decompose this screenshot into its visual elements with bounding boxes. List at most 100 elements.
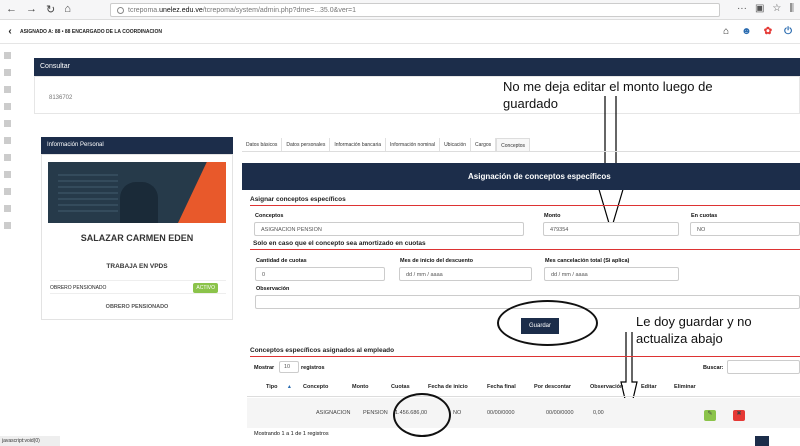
- tab-datos-basicos[interactable]: Datos básicos: [242, 138, 283, 151]
- status-bar: javascript:void(0): [0, 436, 60, 446]
- tabs-bar: Datos básicos Datos personales Informaci…: [242, 138, 800, 152]
- home-icon[interactable]: ⌂: [64, 3, 71, 16]
- reload-icon[interactable]: ↻: [46, 3, 55, 16]
- annotation-right: Le doy guardar y no actualiza abajo: [636, 314, 752, 346]
- back-arrow-icon[interactable]: ←: [6, 3, 17, 16]
- menu-back-icon[interactable]: ‹: [0, 26, 20, 37]
- nav-icon[interactable]: [4, 52, 11, 59]
- table-row: ASIGNACION PENSION 1.456.686,00 NO 00/00…: [247, 398, 800, 428]
- delete-icon[interactable]: ✖: [733, 410, 745, 421]
- bookmark-star-icon[interactable]: ☆: [772, 3, 781, 14]
- app-header: ‹ ASIGNADO A: 88 • 88 ENCARGADO DE LA CO…: [0, 20, 800, 44]
- profile-banner: [48, 162, 226, 223]
- observation-label: Observación: [256, 286, 290, 292]
- profile-status-row: OBRERO PENSIONADO ACTIVO: [50, 280, 226, 294]
- library-icon[interactable]: ⫼: [789, 3, 794, 14]
- more-icon[interactable]: ···: [737, 3, 747, 14]
- amount-input[interactable]: 479354: [543, 222, 679, 236]
- browser-nav: ← → ↻ ⌂: [0, 3, 71, 16]
- tab-cargos[interactable]: Cargos: [471, 138, 497, 151]
- records-label: registros: [301, 365, 325, 371]
- amount-label: Monto: [544, 213, 561, 219]
- start-date-input[interactable]: dd / mm / aaaa: [399, 267, 532, 281]
- url-bar[interactable]: tcrepoma. unelez.edu.ve/tcrepoma/system/a…: [110, 3, 720, 17]
- avatar-silhouette-icon: [120, 182, 158, 223]
- divider: [250, 205, 800, 206]
- nav-icon[interactable]: [4, 171, 11, 178]
- pocket-icon[interactable]: ▣: [755, 3, 764, 14]
- nav-icon[interactable]: [4, 69, 11, 76]
- sort-asc-icon[interactable]: ▴: [288, 384, 291, 390]
- profile-header: Información Personal: [41, 137, 233, 154]
- profile-workplace: TRABAJA EN VPDS: [106, 263, 168, 270]
- nav-icon[interactable]: [4, 86, 11, 93]
- page-size-select[interactable]: 10: [279, 361, 299, 373]
- profile-role: OBRERO PENSIONADO: [105, 304, 169, 310]
- forward-arrow-icon[interactable]: →: [26, 3, 37, 16]
- cell-fecha-final: 00/00/0000: [546, 410, 574, 416]
- qty-label: Cantidad de cuotas: [256, 258, 307, 264]
- profile-name: SALAZAR CARMEN EDEN: [80, 233, 194, 243]
- col-monto[interactable]: Monto: [352, 384, 369, 390]
- nav-icon[interactable]: [4, 120, 11, 127]
- col-concepto[interactable]: Concepto: [303, 384, 328, 390]
- col-observacion[interactable]: Observación: [590, 384, 623, 390]
- nav-icon[interactable]: [4, 103, 11, 110]
- annotation-circle-save: [497, 300, 598, 346]
- installments-label: En cuotas: [691, 213, 718, 219]
- section-title: Asignación de conceptos específicos: [242, 163, 800, 190]
- col-por-descontar[interactable]: Por descontar: [534, 384, 571, 390]
- search-input[interactable]: [727, 360, 800, 374]
- concept-select[interactable]: ASIGNACION PENSION: [254, 222, 524, 236]
- col-fecha-final[interactable]: Fecha final: [487, 384, 516, 390]
- url-domain: unelez.edu.ve: [159, 6, 203, 14]
- cell-cuotas: NO: [453, 410, 462, 416]
- col-tipo[interactable]: Tipo: [266, 384, 278, 390]
- end-date-label: Mes cancelación total (Si aplica): [545, 258, 630, 264]
- tab-informacion-nominal[interactable]: Información nominal: [386, 138, 441, 151]
- app-title: ASIGNADO A: 88 • 88 ENCARGADO DE LA COOR…: [20, 28, 162, 35]
- settings-icon[interactable]: ✿: [764, 26, 772, 37]
- side-nav: [0, 44, 15, 446]
- show-label: Mostrar: [254, 365, 275, 371]
- browser-actions: ··· ▣ ☆ ⫼: [737, 3, 794, 14]
- browser-toolbar: ← → ↻ ⌂ tcrepoma. unelez.edu.ve/tcrepoma/…: [0, 0, 800, 20]
- banner-pattern: [58, 172, 118, 212]
- nav-icon[interactable]: [4, 154, 11, 161]
- banner-accent: [178, 162, 226, 223]
- cell-concepto: PENSION: [363, 410, 388, 416]
- consultar-header: Consultar: [34, 58, 800, 76]
- tab-conceptos[interactable]: Conceptos: [496, 138, 531, 151]
- col-eliminar[interactable]: Eliminar: [674, 384, 696, 390]
- table-header: Tipo ▴ Concepto Monto Cuotas Fecha de in…: [247, 384, 800, 396]
- col-editar[interactable]: Editar: [641, 384, 657, 390]
- nav-icon[interactable]: [4, 188, 11, 195]
- end-date-input[interactable]: dd / mm / aaaa: [544, 267, 679, 281]
- concept-label: Conceptos: [255, 213, 284, 219]
- edit-icon[interactable]: ✎: [704, 410, 716, 421]
- info-icon[interactable]: [117, 6, 124, 14]
- status-badge: ACTIVO: [193, 283, 218, 293]
- cell-tipo: ASIGNACION: [316, 410, 351, 416]
- cell-por-descontar: 0,00: [593, 410, 604, 416]
- url-prefix: tcrepoma.: [128, 6, 160, 14]
- nav-icon[interactable]: [4, 137, 11, 144]
- table-footer: Mostrando 1 a 1 de 1 registros: [254, 431, 329, 437]
- tab-ubicacion[interactable]: Ubicación: [440, 138, 472, 151]
- pagination-next-button[interactable]: [755, 436, 769, 446]
- tab-informacion-bancaria[interactable]: Información bancaria: [330, 138, 387, 151]
- users-icon[interactable]: ☻: [741, 26, 752, 37]
- qty-input[interactable]: 0: [255, 267, 385, 281]
- tab-datos-personales[interactable]: Datos personales: [282, 138, 331, 151]
- annotation-circle-amount: [393, 393, 451, 437]
- url-path: /tcrepoma/system/admin.php?dme=...35.0&v…: [202, 6, 357, 14]
- nav-icon[interactable]: [4, 222, 11, 229]
- nav-icon[interactable]: [4, 205, 11, 212]
- assign-title: Asignar conceptos específicos: [250, 196, 346, 203]
- power-icon[interactable]: ⏻: [784, 26, 792, 37]
- header-icons: ⌂ ☻ ✿ ⏻: [723, 26, 792, 37]
- home-nav-icon[interactable]: ⌂: [723, 26, 729, 37]
- installments-select[interactable]: NO: [690, 222, 800, 236]
- col-fecha-inicio[interactable]: Fecha de inicio: [428, 384, 468, 390]
- col-cuotas[interactable]: Cuotas: [391, 384, 410, 390]
